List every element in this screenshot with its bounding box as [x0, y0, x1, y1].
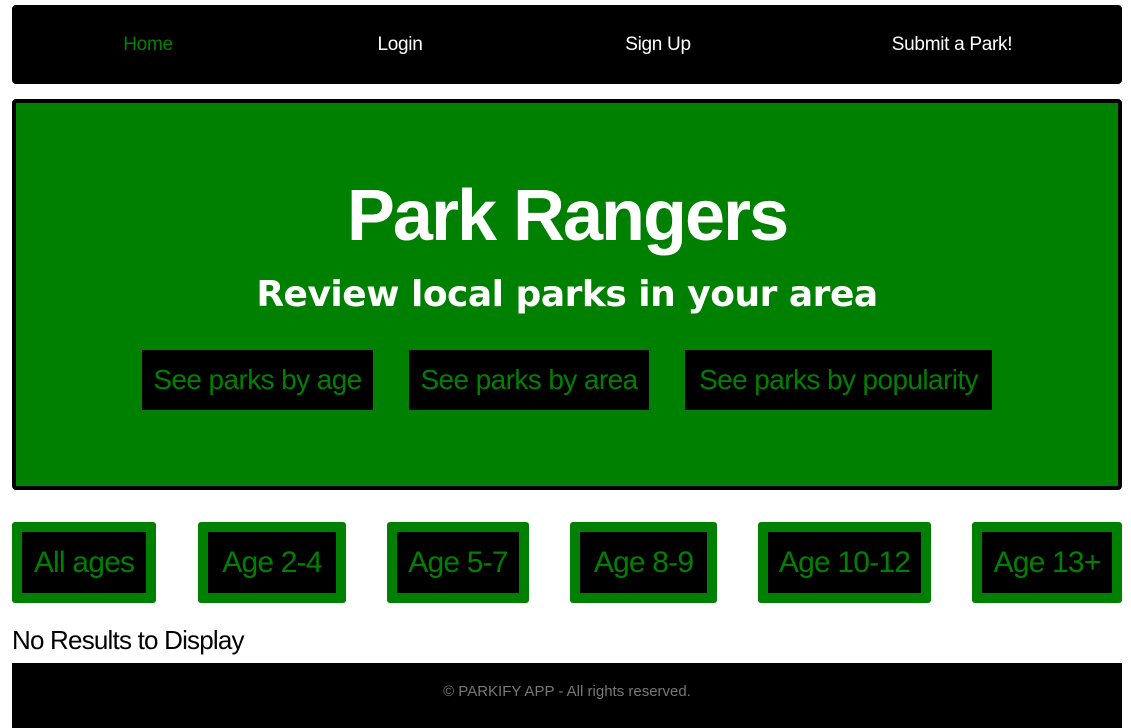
page-footer: © PARKIFY APP - All rights reserved.	[12, 663, 1122, 728]
see-parks-by-area-button[interactable]: See parks by area	[409, 350, 649, 410]
nav-home-link[interactable]: Home	[123, 5, 173, 84]
age-filter-all-button[interactable]: All ages	[12, 522, 156, 603]
copyright-text: © PARKIFY APP - All rights reserved.	[443, 683, 691, 700]
nav-login-link[interactable]: Login	[378, 5, 423, 84]
top-navbar: Home Login Sign Up Submit a Park!	[12, 5, 1122, 84]
hero-banner: Park Rangers Review local parks in your …	[12, 99, 1122, 490]
hero-title: Park Rangers	[346, 176, 789, 256]
age-filter-2-4-button[interactable]: Age 2-4	[198, 522, 346, 603]
no-results-message: No Results to Display	[12, 625, 245, 655]
nav-signup-link[interactable]: Sign Up	[625, 5, 691, 84]
age-filter-label: Age 8-9	[580, 532, 707, 593]
hero-subtitle: Review local parks in your area	[256, 274, 878, 315]
age-filter-label: Age 13+	[982, 532, 1112, 593]
age-filter-8-9-button[interactable]: Age 8-9	[570, 522, 717, 603]
see-parks-by-popularity-button[interactable]: See parks by popularity	[685, 350, 992, 410]
age-filter-label: Age 2-4	[208, 532, 336, 593]
nav-submit-park-link[interactable]: Submit a Park!	[892, 5, 1013, 84]
age-filter-5-7-button[interactable]: Age 5-7	[387, 522, 529, 603]
age-filter-label: Age 5-7	[397, 532, 519, 593]
age-filter-label: Age 10-12	[768, 532, 921, 593]
age-filter-13-plus-button[interactable]: Age 13+	[972, 522, 1122, 603]
age-filter-10-12-button[interactable]: Age 10-12	[758, 522, 931, 603]
see-parks-by-age-button[interactable]: See parks by age	[142, 350, 373, 410]
age-filter-label: All ages	[22, 532, 146, 593]
